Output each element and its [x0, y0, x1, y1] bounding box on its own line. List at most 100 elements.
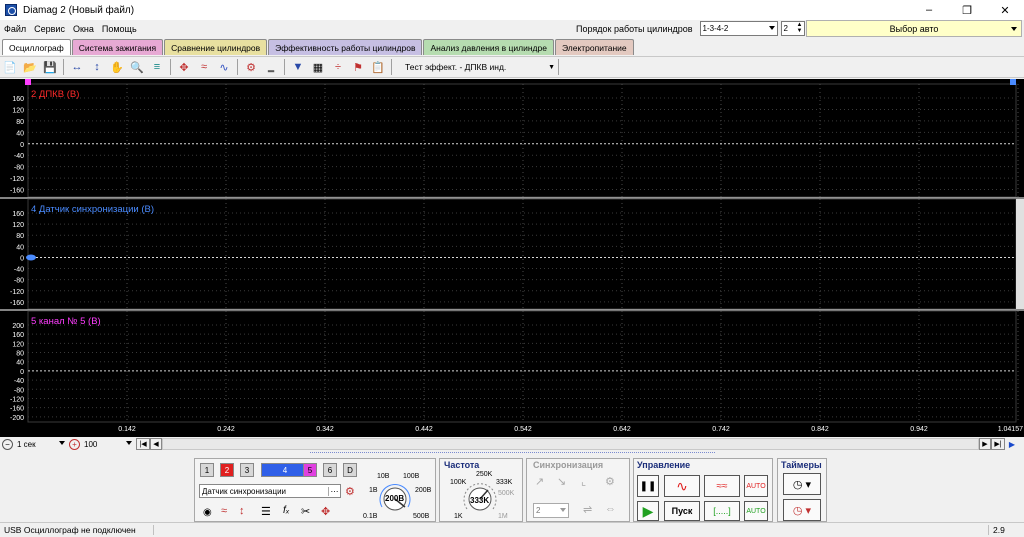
cylinder-order-select[interactable]: 1-3-4-2	[699, 21, 778, 36]
level-lines-icon[interactable]: ☰	[261, 505, 271, 518]
filter-icon[interactable]: ▼	[289, 58, 307, 76]
notes-icon[interactable]: 📋	[369, 58, 387, 76]
cursor-icon[interactable]: ✥	[175, 58, 193, 76]
vertical-shift-icon[interactable]: ↕	[239, 505, 245, 517]
sync-settings-icon[interactable]: ⚙	[605, 475, 615, 488]
function-icon[interactable]: fₓ	[283, 505, 290, 516]
x-tick-label: 0.842	[811, 426, 829, 433]
y-tick-label: 120	[12, 107, 24, 114]
channel-name-input[interactable]: Датчик синхронизации ⋯	[199, 484, 341, 498]
hand-pan-icon[interactable]: ✋	[108, 58, 126, 76]
play-button[interactable]: ▶	[637, 501, 659, 521]
y-tick-label: 40	[16, 244, 24, 251]
y-tick-label: -200	[10, 415, 24, 422]
auto-scale-icon[interactable]: ≡	[148, 58, 166, 76]
open-folder-icon[interactable]: 📂	[21, 58, 39, 76]
time-per-div-select[interactable]: 1 сек	[15, 438, 67, 450]
tab-oscilloscope[interactable]: Осциллограф	[2, 39, 71, 55]
table-icon[interactable]: ▦	[309, 58, 327, 76]
falling-edge-icon[interactable]: ↘	[557, 475, 566, 488]
frequency-label-1k: 1K	[454, 513, 463, 520]
tab-pressure-analysis[interactable]: Анализ давления в цилиндре	[423, 39, 554, 55]
channel-button-3[interactable]: 3	[240, 463, 254, 477]
multi-wave-button[interactable]: ≈≈	[704, 475, 740, 497]
tab-bar: Осциллограф Система зажигания Сравнение …	[2, 39, 635, 55]
channel-button-5[interactable]: 5	[303, 463, 317, 477]
tab-cylinder-efficiency[interactable]: Эффективность работы цилиндров	[268, 39, 423, 55]
save-icon[interactable]: 💾	[41, 58, 59, 76]
scroll-right-button[interactable]: ▶	[979, 438, 991, 450]
new-file-icon[interactable]: 📄	[1, 58, 19, 76]
close-button[interactable]: ✕	[986, 0, 1024, 20]
zero-offset-icon[interactable]: ‗	[262, 58, 280, 76]
y-tick-label: 40	[16, 360, 24, 367]
channel-button-4[interactable]: 4	[261, 463, 309, 477]
zoom-out-icon[interactable]: −	[2, 438, 13, 450]
stepper-arrows-icon[interactable]: ▲ ▼	[797, 22, 803, 34]
channel-settings-icon[interactable]: ⚙	[345, 485, 355, 498]
eye-icon[interactable]: ◉	[203, 507, 212, 518]
vertical-zoom-icon[interactable]: ↕	[88, 58, 106, 76]
frequency-label-1m: 1M	[498, 513, 508, 520]
sync-level-icon[interactable]: ⇌	[583, 503, 592, 516]
toolbar-divider	[170, 59, 171, 75]
timer-1-button[interactable]: ◷ ▾	[783, 473, 821, 495]
single-wave-button[interactable]: ∿	[664, 475, 700, 497]
scale-select[interactable]: 100	[82, 438, 134, 450]
y-tick-label: 160	[12, 211, 24, 218]
overlay-icon[interactable]: ≈	[195, 58, 213, 76]
menu-file[interactable]: Файл	[0, 24, 30, 34]
magnifier-icon[interactable]: 🔍	[128, 58, 146, 76]
scroll-end-button[interactable]: ▶|	[991, 438, 1005, 450]
flag-icon[interactable]: ⚑	[349, 58, 367, 76]
divide-icon[interactable]: ÷	[329, 58, 347, 76]
probe-icon[interactable]: ✂	[301, 505, 310, 518]
start-button[interactable]: Пуск	[664, 501, 700, 521]
sync-title: Синхронизация	[533, 460, 604, 470]
scroll-start-button[interactable]: |◀	[136, 438, 150, 450]
channel-label: 2 ДПКВ (В)	[31, 89, 79, 100]
y-tick-label: 0	[20, 142, 24, 149]
y-tick-label: 120	[12, 222, 24, 229]
channel-math-icon[interactable]: ✥	[321, 505, 330, 518]
y-tick-label: -40	[14, 378, 24, 385]
horizontal-zoom-icon[interactable]: ↔	[68, 58, 86, 76]
zoom-in-icon[interactable]: +	[69, 438, 80, 450]
rising-edge-icon[interactable]: ↗	[535, 475, 544, 488]
sync-expand-icon[interactable]: ⇔	[605, 503, 616, 515]
scope-canvas[interactable]: 160 120 80 40 0 -40 -80 -120 -160 2 ДПКВ (В) 160 12…	[0, 79, 1024, 437]
auto-icon[interactable]: ⚙	[242, 58, 260, 76]
toolbar-divider	[391, 59, 392, 75]
cylinder-count-stepper[interactable]: 2 ▲ ▼	[780, 21, 805, 36]
minimize-button[interactable]: –	[910, 0, 948, 20]
menu-help[interactable]: Помощь	[98, 24, 141, 34]
sync-pulse-icon[interactable]: ⌞	[581, 475, 586, 488]
tab-cylinder-compare[interactable]: Сравнение цилиндров	[164, 39, 268, 55]
horizontal-scrollbar[interactable]	[162, 438, 979, 450]
signal-icon[interactable]: ∿	[215, 58, 233, 76]
channel-button-6[interactable]: 6	[323, 463, 337, 477]
channel-button-1[interactable]: 1	[200, 463, 214, 477]
tab-power-supply[interactable]: Электропитание	[554, 39, 634, 55]
test-mode-select[interactable]: Тест эффект. - ДПКВ инд. ▼	[405, 62, 555, 72]
auto-mode-button[interactable]: AUTO	[744, 475, 768, 497]
oscilloscope-display[interactable]: 160 120 80 40 0 -40 -80 -120 -160 2 ДПКВ (В) 160 12…	[0, 79, 1024, 437]
voltage-label-200v: 200В	[415, 487, 432, 494]
timer-2-button[interactable]: ◷ ▾	[783, 499, 821, 521]
auto-range-button[interactable]: AUTO	[744, 501, 768, 521]
sync-channel-select[interactable]: 2	[533, 503, 569, 518]
menu-windows[interactable]: Окна	[69, 24, 98, 34]
pause-button[interactable]: ❚❚	[637, 475, 659, 497]
scroll-left-button[interactable]: ◀	[150, 438, 162, 450]
channel-button-2[interactable]: 2	[220, 463, 234, 477]
play-icon[interactable]: ▶	[1005, 438, 1019, 450]
range-button[interactable]: [.....]	[704, 501, 740, 521]
maximize-button[interactable]: ❐	[948, 0, 986, 20]
menu-service[interactable]: Сервис	[30, 24, 69, 34]
tab-ignition[interactable]: Система зажигания	[71, 39, 164, 55]
x-tick-label: 0.942	[910, 426, 928, 433]
panel-collapse-handle[interactable]	[310, 452, 715, 456]
ellipsis-icon[interactable]: ⋯	[328, 486, 340, 496]
wave-overlay-icon[interactable]: ≈	[221, 505, 227, 517]
auto-select-dropdown[interactable]: Выбор авто	[806, 20, 1022, 37]
